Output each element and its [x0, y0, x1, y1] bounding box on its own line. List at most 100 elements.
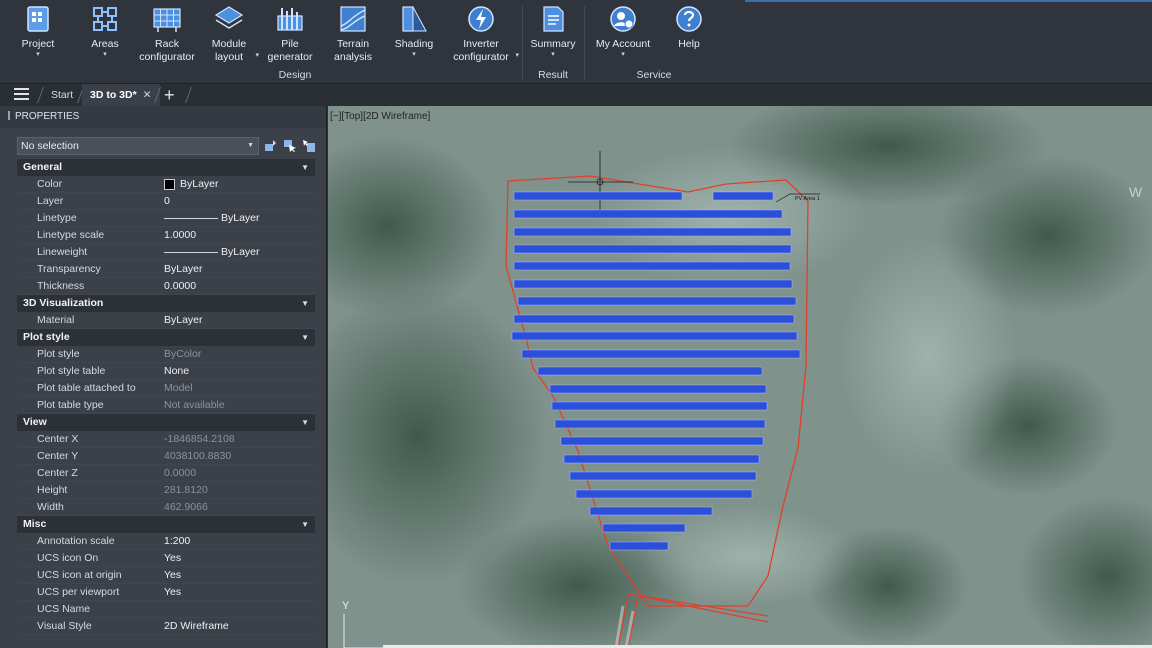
property-value[interactable]: 1.0000 [158, 227, 315, 243]
areas-label: Areas [91, 38, 119, 50]
pile-generator-label: Pile generator [267, 38, 313, 63]
property-row[interactable]: Transparency ByLayer [17, 261, 315, 278]
drawing-viewport[interactable]: PV Area 1 Y W [−][Top][2D Wireframe] [328, 106, 1152, 648]
tab-3d-to-3d[interactable]: 3D to 3D* ✕ [82, 84, 160, 106]
section-header-general[interactable]: General ▼ [17, 159, 315, 176]
property-name: Center X [37, 433, 79, 445]
property-row[interactable]: Layer 0 [17, 193, 315, 210]
pile-generator-button[interactable]: Pile generator [266, 4, 314, 63]
section-header-3d-visualization[interactable]: 3D Visualization ▼ [17, 295, 315, 312]
my-account-button[interactable]: My Account ▾ [594, 4, 652, 59]
property-value[interactable]: None [158, 363, 315, 379]
property-value[interactable]: Yes [158, 567, 315, 583]
collapse-chevron-icon[interactable]: ▼ [301, 516, 309, 533]
property-name: Width [37, 501, 64, 513]
property-row[interactable]: Lineweight ByLayer [17, 244, 315, 261]
property-value-text: ByLayer [164, 313, 203, 326]
property-row[interactable]: Visual Style 2D Wireframe [17, 618, 315, 635]
rack-configurator-label: Rack configurator [139, 38, 195, 63]
property-row[interactable]: Width 462.9066 [17, 499, 315, 516]
quick-select-icon[interactable] [264, 139, 278, 153]
property-row[interactable]: UCS icon at origin Yes [17, 567, 315, 584]
property-value[interactable]: 1:200 [158, 533, 315, 549]
collapse-chevron-icon[interactable]: ▼ [301, 295, 309, 312]
property-row[interactable]: UCS icon On Yes [17, 550, 315, 567]
property-name: Center Z [37, 467, 78, 479]
property-name: Thickness [37, 280, 85, 292]
property-value[interactable]: ByLayer [158, 210, 315, 226]
viewport-controls-label[interactable]: [−][Top][2D Wireframe] [330, 111, 430, 122]
summary-button[interactable]: Summary ▾ [530, 4, 576, 59]
property-row[interactable]: Material ByLayer [17, 312, 315, 329]
project-icon [27, 6, 49, 32]
panel-grip-icon[interactable] [8, 111, 10, 120]
document-tab-bar: Start 3D to 3D* ✕ + [0, 84, 1152, 106]
map-edge-letter: W [1129, 184, 1143, 200]
selection-dropdown[interactable]: No selection ▼ [17, 137, 259, 155]
shading-button[interactable]: Shading ▾ [394, 4, 434, 59]
properties-table: General ▼ Color ByLayer Layer 0 Linetype ByLaye… [17, 159, 315, 635]
property-value[interactable]: 0 [158, 193, 315, 209]
property-row[interactable]: Annotation scale 1:200 [17, 533, 315, 550]
service-group-label: Service [636, 69, 672, 81]
property-value[interactable]: ByLayer [158, 244, 315, 260]
add-tab-icon[interactable]: + [164, 84, 175, 106]
section-header-plot-style[interactable]: Plot style ▼ [17, 329, 315, 346]
property-row[interactable]: Color ByLayer [17, 176, 315, 193]
property-value: 4038100.8830 [158, 448, 315, 464]
collapse-chevron-icon[interactable]: ▼ [301, 159, 309, 176]
property-value[interactable]: 0.0000 [158, 278, 315, 294]
ribbon-separator [522, 6, 523, 80]
property-name: Color [37, 178, 63, 190]
section-header-misc[interactable]: Misc ▼ [17, 516, 315, 533]
property-row[interactable]: Thickness 0.0000 [17, 278, 315, 295]
property-row[interactable]: Linetype ByLayer [17, 210, 315, 227]
property-value[interactable]: ByLayer [158, 176, 315, 192]
property-name: Linetype scale [37, 229, 105, 241]
property-value-text: -1846854.2108 [164, 432, 235, 445]
property-value: Model [158, 380, 315, 396]
rack-configurator-button[interactable]: Rack configurator [138, 4, 196, 63]
section-header-view[interactable]: View ▼ [17, 414, 315, 431]
hamburger-menu-icon[interactable] [14, 88, 29, 101]
property-row[interactable]: Center Y 4038100.8830 [17, 448, 315, 465]
collapse-chevron-icon[interactable]: ▼ [301, 329, 309, 346]
ribbon-accent-line [745, 0, 1152, 2]
property-value[interactable]: ByLayer [158, 261, 315, 277]
property-name: Layer [37, 195, 64, 207]
module-layout-button[interactable]: Module layout ▾ [208, 4, 259, 63]
property-row[interactable]: UCS Name [17, 601, 315, 618]
property-row[interactable]: UCS per viewport Yes [17, 584, 315, 601]
property-row[interactable]: Center Z 0.0000 [17, 465, 315, 482]
property-row[interactable]: Plot style ByColor [17, 346, 315, 363]
project-caret: ▾ [36, 50, 40, 58]
collapse-chevron-icon[interactable]: ▼ [301, 414, 309, 431]
my-account-label: My Account [595, 38, 651, 50]
property-value[interactable]: Yes [158, 584, 315, 600]
areas-button[interactable]: Areas ▾ [88, 4, 122, 59]
section-title: Misc [23, 518, 47, 530]
property-row[interactable]: Linetype scale 1.0000 [17, 227, 315, 244]
property-value: 0.0000 [158, 465, 315, 481]
property-row[interactable]: Plot table type Not available [17, 397, 315, 414]
property-value[interactable]: Yes [158, 550, 315, 566]
project-button[interactable]: Project ▾ [20, 4, 56, 59]
tab-divider [185, 87, 192, 103]
help-button[interactable]: Help [673, 4, 705, 51]
inverter-configurator-button[interactable]: Inverter configurator ▾ [452, 4, 519, 63]
terrain-analysis-button[interactable]: Terrain analysis [328, 4, 378, 63]
tab-start[interactable]: Start [43, 84, 81, 106]
select-objects-icon[interactable] [283, 139, 297, 153]
property-row[interactable]: Plot style table None [17, 363, 315, 380]
property-row[interactable]: Plot table attached to Model [17, 380, 315, 397]
property-row[interactable]: Height 281.8120 [17, 482, 315, 499]
property-value[interactable] [158, 601, 315, 617]
property-value-text: ByLayer [180, 177, 219, 190]
toggle-pickadd-icon[interactable] [302, 139, 316, 153]
property-name: UCS Name [37, 603, 91, 615]
property-value[interactable]: 2D Wireframe [158, 618, 315, 634]
close-tab-icon[interactable]: ✕ [143, 89, 152, 101]
property-value[interactable]: ByLayer [158, 312, 315, 328]
property-row[interactable]: Center X -1846854.2108 [17, 431, 315, 448]
pv-area-label: PV Area 1 [795, 196, 820, 202]
